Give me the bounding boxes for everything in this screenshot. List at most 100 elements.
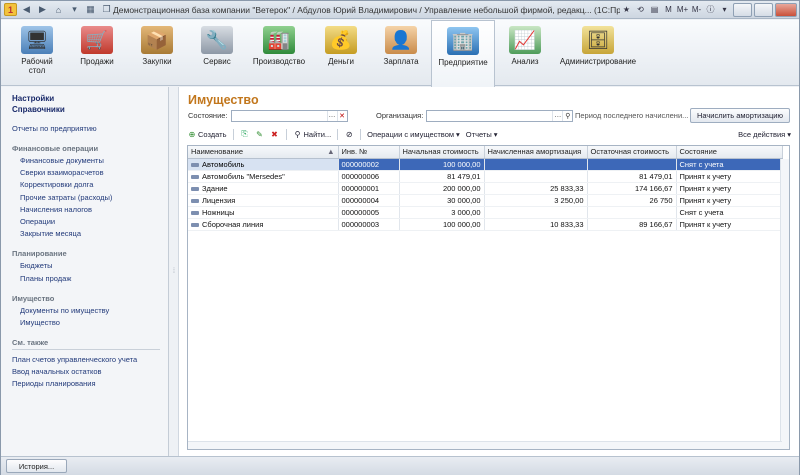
m-plus-button[interactable]: M+ <box>676 3 689 16</box>
operations-menu[interactable]: Операции с имуществом ▾ <box>367 130 460 139</box>
reports-menu[interactable]: Отчеты ▾ <box>466 130 498 139</box>
vertical-scrollbar[interactable] <box>780 159 789 449</box>
cell-residual[interactable]: 174 166,67 <box>587 182 677 195</box>
nav-item[interactable]: Начисления налогов <box>12 204 168 216</box>
section-analysis[interactable]: 📈 Анализ <box>495 20 555 86</box>
cell-start-cost[interactable]: 81 479,01 <box>399 170 485 183</box>
column-header-name[interactable]: Наименование ▲ <box>188 146 339 159</box>
section-desktop[interactable]: 🖥 Рабочий стол <box>7 20 67 86</box>
column-header-state[interactable]: Состояние <box>676 146 783 159</box>
cell-inv[interactable]: 000000001 <box>338 182 400 195</box>
close-button[interactable] <box>775 2 797 17</box>
cell-amortization[interactable] <box>484 170 588 183</box>
cell-state[interactable]: Принят к учету <box>676 218 783 231</box>
section-service[interactable]: 🔧 Сервис <box>187 20 247 86</box>
nav-item[interactable]: Корректировки долга <box>12 179 168 191</box>
minimize-button[interactable] <box>733 2 752 17</box>
back-icon[interactable]: ◀ <box>20 3 33 16</box>
table-row[interactable]: Лицензия 000000004 30 000,00 3 250,00 26… <box>188 194 783 207</box>
edit-icon[interactable]: ✎ <box>255 129 265 139</box>
window-icon[interactable]: ❐ <box>100 3 113 16</box>
nav-item[interactable]: Документы по имуществу <box>12 305 168 317</box>
accrue-amortization-button[interactable]: Начислить амортизацию <box>690 108 790 123</box>
cell-inv[interactable]: 000000005 <box>338 206 400 219</box>
copy-icon[interactable]: ⎘ <box>240 129 250 139</box>
cell-inv[interactable]: 000000006 <box>338 170 400 183</box>
section-purchases[interactable]: 📦 Закупки <box>127 20 187 86</box>
cell-inv[interactable]: 000000002 <box>338 158 400 171</box>
section-salary[interactable]: 👤 Зарплата <box>371 20 431 86</box>
table-row[interactable]: Автомобиль 000000002 100 000,00 Снят с у… <box>188 158 783 171</box>
nav-reports[interactable]: Отчеты по предприятию <box>12 123 168 135</box>
cell-state[interactable]: Принят к учету <box>676 182 783 195</box>
history-icon[interactable]: ⟲ <box>634 3 647 16</box>
calculator-icon[interactable]: ▤ <box>648 3 661 16</box>
cell-residual[interactable] <box>587 158 677 171</box>
cancel-search-icon[interactable]: ⊘ <box>344 129 354 139</box>
table-row[interactable]: Ножницы 000000005 3 000,00 Снят с учета <box>188 206 783 219</box>
section-enterprise[interactable]: 🏢 Предприятие <box>431 20 495 87</box>
cell-residual[interactable]: 81 479,01 <box>587 170 677 183</box>
cell-inv[interactable]: 000000004 <box>338 194 400 207</box>
table-row[interactable]: Сборочная линия 000000003 100 000,00 10 … <box>188 218 783 231</box>
home-icon[interactable]: ⌂ <box>52 3 65 16</box>
menu-arrow-icon[interactable]: ▾ <box>718 3 731 16</box>
calendar-icon[interactable]: ▦ <box>84 3 97 16</box>
org-input[interactable]: … ⚲ <box>426 109 574 122</box>
nav-item[interactable]: Ввод начальных остатков <box>12 366 168 378</box>
all-actions-menu[interactable]: Все действия ▾ <box>738 130 791 139</box>
nav-item[interactable]: Периоды планирования <box>12 378 168 390</box>
panel-splitter[interactable]: ⁞ <box>170 87 178 456</box>
nav-settings[interactable]: Настройки <box>12 93 168 104</box>
cell-inv[interactable]: 000000003 <box>338 218 400 231</box>
column-header-inv[interactable]: Инв. № <box>338 146 400 159</box>
nav-directories[interactable]: Справочники <box>12 104 168 115</box>
cell-residual[interactable]: 89 166,67 <box>587 218 677 231</box>
cell-state[interactable]: Принят к учету <box>676 194 783 207</box>
cell-state[interactable]: Снят с учета <box>676 158 783 171</box>
nav-item[interactable]: Операции <box>12 216 168 228</box>
section-admin[interactable]: 🗄 Администрирование <box>555 20 641 86</box>
nav-item[interactable]: Финансовые документы <box>12 155 168 167</box>
m-button[interactable]: M <box>662 3 675 16</box>
nav-item[interactable]: Сверки взаиморасчетов <box>12 167 168 179</box>
column-header-residual[interactable]: Остаточная стоимость <box>587 146 677 159</box>
section-sales[interactable]: 🛒 Продажи <box>67 20 127 86</box>
clear-icon[interactable]: ✕ <box>336 110 347 121</box>
app-logo-icon[interactable]: 1 <box>4 3 17 16</box>
select-button[interactable]: … <box>326 110 337 121</box>
column-header-amortization[interactable]: Начисленная амортизация <box>484 146 588 159</box>
nav-item[interactable]: Бюджеты <box>12 260 168 272</box>
history-button[interactable]: История... <box>6 459 67 473</box>
nav-item[interactable]: Имущество <box>12 317 168 329</box>
create-button[interactable]: ⊕ Создать <box>187 129 227 139</box>
forward-icon[interactable]: ▶ <box>36 3 49 16</box>
m-minus-button[interactable]: M- <box>690 3 703 16</box>
cell-start-cost[interactable]: 200 000,00 <box>399 182 485 195</box>
section-money[interactable]: 💰 Деньги <box>311 20 371 86</box>
dropdown-icon[interactable]: ▾ <box>68 3 81 16</box>
cell-amortization[interactable]: 10 833,33 <box>484 218 588 231</box>
state-input[interactable]: … ✕ <box>230 109 348 122</box>
nav-item[interactable]: Закрытие месяца <box>12 228 168 240</box>
horizontal-scrollbar[interactable] <box>188 441 782 449</box>
section-production[interactable]: 🏭 Производство <box>247 20 311 86</box>
cell-state[interactable]: Снят с учета <box>676 206 783 219</box>
table-row[interactable]: Автомобиль "Mersedes" 000000006 81 479,0… <box>188 170 783 183</box>
find-button[interactable]: ⚲ Найти... <box>293 129 332 139</box>
delete-icon[interactable]: ✖ <box>270 129 280 139</box>
search-icon[interactable]: ⚲ <box>562 110 572 121</box>
table-row[interactable]: Здание 000000001 200 000,00 25 833,33 17… <box>188 182 783 195</box>
cell-amortization[interactable] <box>484 158 588 171</box>
cell-start-cost[interactable]: 30 000,00 <box>399 194 485 207</box>
column-header-start-cost[interactable]: Начальная стоимость <box>399 146 485 159</box>
cell-amortization[interactable]: 3 250,00 <box>484 194 588 207</box>
nav-item[interactable]: Прочие затраты (расходы) <box>12 192 168 204</box>
nav-item[interactable]: Планы продаж <box>12 273 168 285</box>
nav-item[interactable]: План счетов управленческого учета <box>12 354 168 366</box>
cell-amortization[interactable]: 25 833,33 <box>484 182 588 195</box>
help-icon[interactable]: ⓘ <box>704 3 717 16</box>
cell-residual[interactable]: 26 750 <box>587 194 677 207</box>
favorites-icon[interactable]: ★ <box>620 3 633 16</box>
cell-amortization[interactable] <box>484 206 588 219</box>
